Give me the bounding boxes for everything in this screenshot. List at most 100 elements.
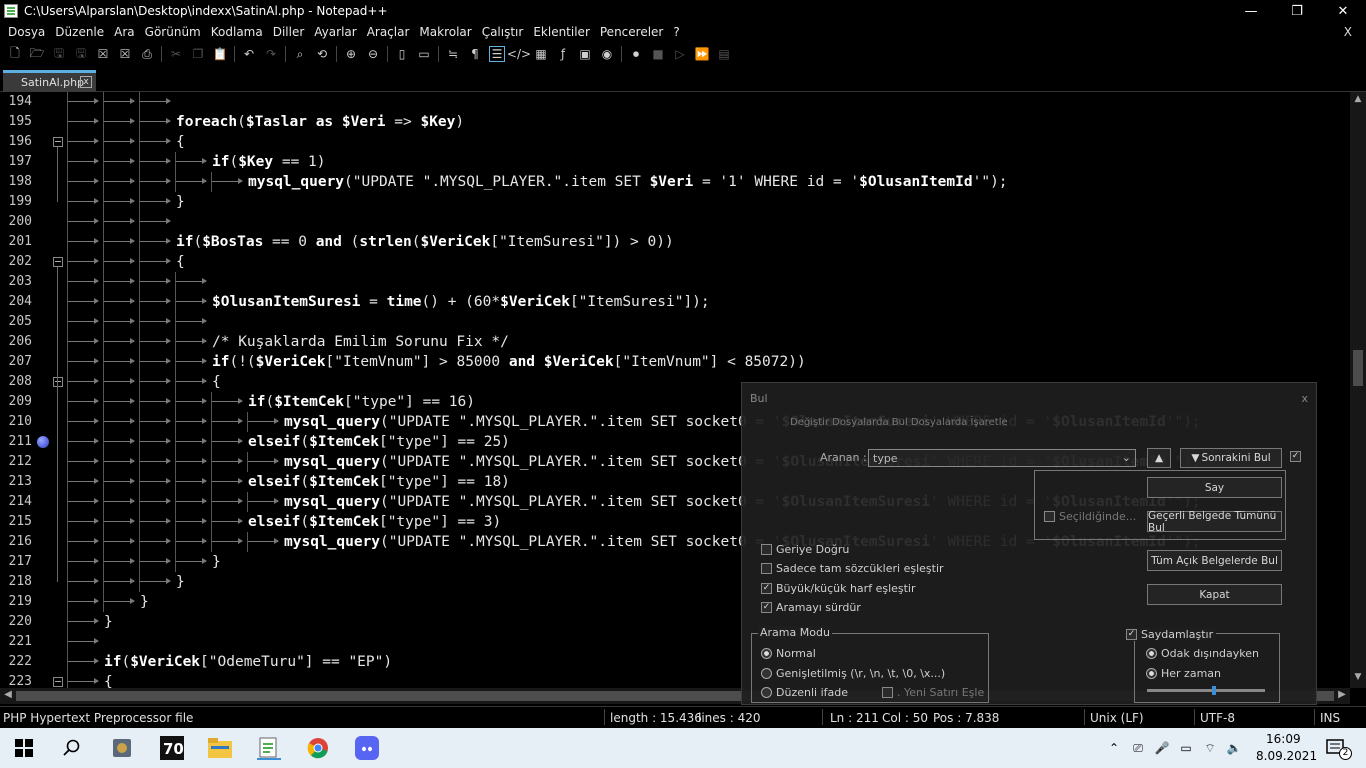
save-macro-icon[interactable]: ▤ (716, 46, 732, 62)
line-number[interactable]: 223 (0, 672, 32, 688)
find-dialog-close-icon[interactable]: x (1301, 392, 1308, 405)
in-selection-checkbox[interactable]: Seçildiğinde... (1044, 510, 1136, 523)
direction-up-button[interactable]: ▲ (1147, 448, 1171, 468)
code-line[interactable]: if($ItemCek["type"] == 16) (248, 392, 475, 412)
find-next-button[interactable]: ▼ Sonrakini Bul (1180, 448, 1282, 468)
bookmark-icon[interactable] (37, 436, 49, 448)
chrome-icon[interactable] (306, 736, 330, 760)
maximize-button[interactable]: ❐ (1274, 0, 1320, 22)
line-number[interactable]: 211 (0, 432, 32, 452)
transparency-slider-handle[interactable] (1211, 686, 1216, 695)
word-wrap-icon[interactable]: ≒ (445, 46, 461, 62)
function-list-icon[interactable]: ƒ (555, 46, 571, 62)
always-radio[interactable]: Her zaman (1146, 667, 1221, 680)
fold-toggle-icon[interactable] (53, 257, 63, 267)
line-number[interactable]: 207 (0, 352, 32, 372)
line-number[interactable]: 206 (0, 332, 32, 352)
volume-icon[interactable]: 🔈 (1224, 736, 1244, 760)
vertical-scrollbar[interactable]: ▲ ▼ (1350, 92, 1366, 688)
two-buttons-checkbox[interactable]: ✓ (1290, 451, 1305, 462)
stop-macro-icon[interactable]: ■ (650, 46, 666, 62)
code-line[interactable]: if($BosTas == 0 and (strlen($VeriCek["It… (176, 232, 674, 252)
undo-icon[interactable]: ↶ (241, 46, 257, 62)
line-number[interactable]: 205 (0, 312, 32, 332)
meet-now-icon[interactable]: ⎚ (1128, 736, 1148, 760)
code-line[interactable]: { (176, 252, 185, 272)
sync-horizontal-icon[interactable]: ▭ (416, 46, 432, 62)
close-window-button[interactable]: ✕ (1320, 0, 1366, 22)
line-number[interactable]: 208 (0, 372, 32, 392)
wrap-around-checkbox[interactable]: ✓ Aramayı sürdür (761, 601, 861, 614)
line-number[interactable]: 204 (0, 292, 32, 312)
line-number[interactable]: 214 (0, 492, 32, 512)
close-all-icon[interactable]: ☒ (117, 46, 133, 62)
microphone-icon[interactable]: 🎤 (1152, 736, 1172, 760)
minimize-button[interactable]: — (1228, 0, 1274, 22)
menu-calistir[interactable]: Çalıştır (482, 25, 524, 39)
line-number[interactable]: 199 (0, 192, 32, 212)
menu-duzenle[interactable]: Düzenle (55, 25, 104, 39)
scroll-left-icon[interactable]: ◀ (1, 689, 15, 703)
line-number[interactable]: 212 (0, 452, 32, 472)
menu-araclar[interactable]: Araçlar (367, 25, 410, 39)
show-all-chars-icon[interactable]: ¶ (467, 46, 483, 62)
backward-checkbox[interactable]: Geriye Doğru (761, 543, 849, 556)
code-line[interactable]: { (104, 672, 113, 688)
scroll-right-icon[interactable]: ▶ (1335, 689, 1349, 703)
discord-icon[interactable] (355, 736, 379, 760)
line-number[interactable]: 201 (0, 232, 32, 252)
line-number[interactable]: 209 (0, 392, 32, 412)
game-logo-icon[interactable]: 70 (160, 736, 184, 760)
line-number[interactable]: 218 (0, 572, 32, 592)
open-file-icon[interactable]: 🗁 (29, 46, 45, 62)
fold-toggle-icon[interactable] (53, 137, 63, 147)
menu-diller[interactable]: Diller (273, 25, 305, 39)
line-number[interactable]: 198 (0, 172, 32, 192)
match-case-checkbox[interactable]: ✓ Büyük/küçük harf eşleştir (761, 582, 916, 595)
find-all-open-button[interactable]: Tüm Açık Belgelerde Bul (1147, 550, 1282, 571)
code-line[interactable]: elseif($ItemCek["type"] == 3) (248, 512, 501, 532)
code-line[interactable]: } (176, 192, 185, 212)
menu-eklentiler[interactable]: Eklentiler (533, 25, 590, 39)
menu-makrolar[interactable]: Makrolar (419, 25, 471, 39)
newline-match-checkbox[interactable]: . Yeni Satırı Eşle (882, 686, 984, 699)
chevron-down-icon[interactable]: ⌄ (1122, 451, 1131, 464)
scroll-up-icon[interactable]: ▲ (1350, 94, 1366, 108)
run-macro-multiple-icon[interactable]: ⏩ (694, 46, 710, 62)
line-number[interactable]: 213 (0, 472, 32, 492)
transparency-slider[interactable] (1147, 686, 1265, 695)
zoom-out-icon[interactable]: ⊖ (365, 46, 381, 62)
code-line[interactable]: { (176, 132, 185, 152)
count-button[interactable]: Say (1147, 477, 1282, 498)
fold-toggle-icon[interactable] (53, 677, 63, 687)
mode-normal-radio[interactable]: Normal (761, 647, 816, 660)
line-number[interactable]: 221 (0, 632, 32, 652)
find-icon[interactable]: ⌕ (292, 46, 308, 62)
line-number[interactable]: 217 (0, 552, 32, 572)
notepadpp-taskbar-icon[interactable] (257, 736, 281, 760)
code-line[interactable]: foreach($Taslar as $Veri => $Key) (176, 112, 464, 132)
code-line[interactable]: /* Kuşaklarda Emilim Sorunu Fix */ (212, 332, 509, 352)
code-line[interactable]: if($Key == 1) (212, 152, 326, 172)
line-number[interactable]: 215 (0, 512, 32, 532)
code-line[interactable]: elseif($ItemCek["type"] == 18) (248, 472, 510, 492)
code-line[interactable]: elseif($ItemCek["type"] == 25) (248, 432, 510, 452)
find-all-current-button[interactable]: Geçerli Belgede Tümünü Bul (1147, 510, 1282, 534)
file-explorer-icon[interactable] (208, 736, 232, 760)
code-line[interactable]: if(!($VeriCek["ItemVnum"] > 85000 and $V… (212, 352, 806, 372)
replace-icon[interactable]: ⟲ (314, 46, 330, 62)
cut-icon[interactable]: ✂ (168, 46, 184, 62)
chevron-up-icon[interactable]: ⌃ (1104, 736, 1124, 760)
indent-guide-icon[interactable]: ☰ (489, 46, 505, 62)
tab-close-icon[interactable]: x (80, 76, 92, 88)
new-file-icon[interactable]: 🗋 (7, 46, 23, 62)
line-number[interactable]: 216 (0, 532, 32, 552)
code-line[interactable]: } (212, 552, 221, 572)
menu-ara[interactable]: Ara (114, 25, 135, 39)
fold-toggle-icon[interactable] (53, 377, 63, 387)
mode-extended-radio[interactable]: Genişletilmiş (\r, \n, \t, \0, \x...) (761, 667, 945, 680)
code-line[interactable]: mysql_query("UPDATE ".MYSQL_PLAYER.".ite… (248, 172, 1008, 192)
close-icon[interactable]: ☒ (95, 46, 111, 62)
code-line[interactable]: } (176, 572, 185, 592)
menu-gorunum[interactable]: Görünüm (145, 25, 201, 39)
